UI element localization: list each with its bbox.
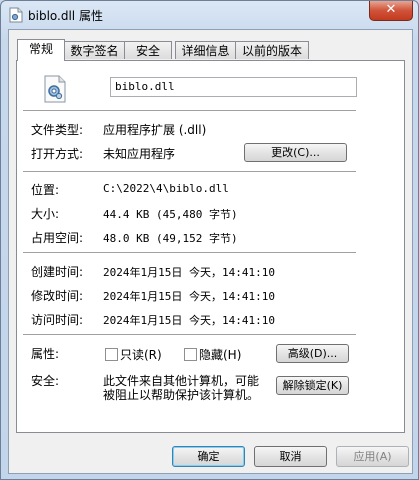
- file-type-label: 文件类型:: [31, 123, 84, 137]
- tab-strip: 常规 数字签名 安全 详细信息 以前的版本: [17, 39, 407, 61]
- tab-previous-versions[interactable]: 以前的版本: [235, 41, 309, 59]
- location-label: 位置:: [31, 183, 60, 197]
- security-text-line2: 被阻止以帮助保护该计算机。: [103, 388, 260, 402]
- dll-file-icon: [9, 7, 23, 23]
- size-on-disk-label: 占用空间:: [31, 231, 84, 245]
- advanced-button[interactable]: 高级(D)...: [276, 344, 349, 363]
- created-value: 2024年1月15日 今天，14:41:10: [103, 266, 275, 279]
- change-button[interactable]: 更改(C)...: [244, 143, 347, 162]
- hidden-label[interactable]: 隐藏(H): [199, 346, 241, 363]
- apply-button[interactable]: 应用(A): [336, 446, 409, 467]
- separator: [23, 252, 356, 253]
- open-with-label: 打开方式:: [31, 147, 84, 161]
- dialog-client: 常规 数字签名 安全 详细信息 以前的版本 biblo.dll 文件类型: 应用…: [8, 29, 413, 474]
- accessed-label: 访问时间:: [31, 313, 84, 327]
- file-type-value: 应用程序扩展 (.dll): [103, 123, 207, 137]
- title-bar[interactable]: biblo.dll 属性 ✕: [1, 1, 418, 29]
- tab-digital-signatures[interactable]: 数字签名: [64, 41, 125, 59]
- unblock-button[interactable]: 解除锁定(K): [276, 376, 349, 395]
- separator: [23, 110, 356, 111]
- size-label: 大小:: [31, 207, 60, 221]
- dll-file-icon: [44, 75, 66, 103]
- open-with-value: 未知应用程序: [103, 147, 176, 161]
- modified-value: 2024年1月15日 今天，14:41:10: [103, 290, 275, 303]
- created-label: 创建时间:: [31, 265, 84, 279]
- size-on-disk-value: 48.0 KB (49,152 字节): [103, 232, 238, 245]
- location-value: C:\2022\4\biblo.dll: [103, 182, 229, 195]
- properties-window: biblo.dll 属性 ✕ 常规 数字签名 安全 详细信息 以前的版本 bib…: [0, 0, 419, 480]
- window-title: biblo.dll 属性: [28, 9, 103, 23]
- accessed-value: 2024年1月15日 今天，14:41:10: [103, 314, 275, 327]
- size-value: 44.4 KB (45,480 字节): [103, 208, 238, 221]
- separator: [23, 171, 356, 172]
- tab-general[interactable]: 常规: [17, 39, 65, 61]
- modified-label: 修改时间:: [31, 289, 84, 303]
- filename-input[interactable]: biblo.dll: [110, 77, 357, 97]
- readonly-label[interactable]: 只读(R): [120, 346, 162, 363]
- close-button[interactable]: ✕: [369, 1, 413, 21]
- cancel-button[interactable]: 取消: [254, 446, 327, 467]
- readonly-checkbox[interactable]: [105, 348, 118, 361]
- general-panel: biblo.dll 文件类型: 应用程序扩展 (.dll) 打开方式: 未知应用…: [16, 60, 405, 433]
- security-label: 安全:: [31, 374, 60, 388]
- separator: [23, 334, 356, 335]
- attributes-label: 属性:: [31, 347, 60, 361]
- hidden-checkbox[interactable]: [184, 348, 197, 361]
- ok-button[interactable]: 确定: [172, 446, 245, 467]
- tab-security[interactable]: 安全: [124, 41, 172, 59]
- tab-details[interactable]: 详细信息: [175, 41, 236, 59]
